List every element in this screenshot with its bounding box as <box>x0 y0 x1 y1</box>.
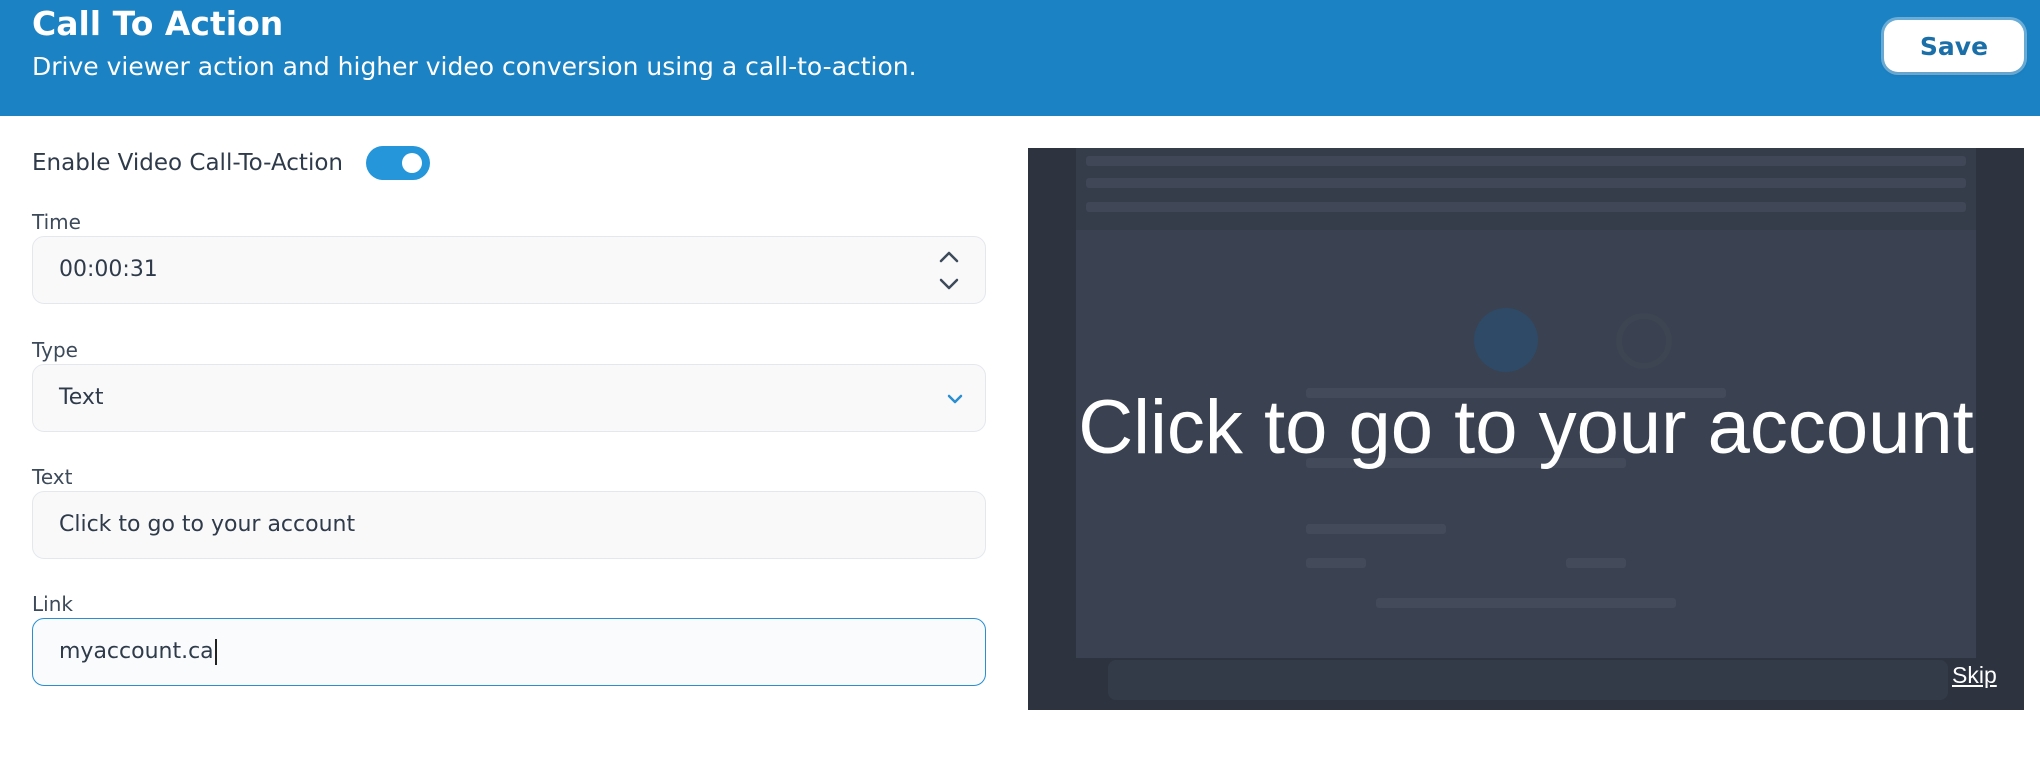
skip-link[interactable]: Skip <box>1952 662 1997 689</box>
type-select[interactable]: Text <box>32 364 986 432</box>
link-value-wrap: myaccount.ca <box>59 639 217 665</box>
type-label: Type <box>32 338 78 362</box>
type-value: Text <box>59 385 104 410</box>
page-title: Call To Action <box>32 4 284 43</box>
preview-bar <box>1086 156 1966 166</box>
enable-cta-label: Enable Video Call-To-Action <box>32 150 343 176</box>
preview-line <box>1306 524 1446 534</box>
time-input[interactable]: 00:00:31 <box>32 236 986 304</box>
cta-text-value: Click to go to your account <box>59 512 356 537</box>
preview-browser-chrome <box>1076 148 1976 230</box>
up-down-stepper-icon[interactable] <box>937 247 961 295</box>
preview-dock <box>1108 660 1948 700</box>
preview-line <box>1306 558 1366 568</box>
chevron-down-icon <box>945 389 965 409</box>
text-caret <box>214 639 217 665</box>
cta-text-input[interactable]: Click to go to your account <box>32 491 986 559</box>
page-subtitle: Drive viewer action and higher video con… <box>32 52 917 81</box>
preview-line <box>1566 558 1626 568</box>
preview-logo <box>1474 308 1538 372</box>
preview-bar <box>1086 202 1966 212</box>
page-header: Call To Action Drive viewer action and h… <box>0 0 2040 116</box>
link-value: myaccount.ca <box>59 639 214 664</box>
cta-overlay-text[interactable]: Click to go to your account <box>1028 384 2024 471</box>
enable-cta-row: Enable Video Call-To-Action <box>32 144 452 184</box>
toggle-knob <box>402 153 422 173</box>
text-label: Text <box>32 465 73 489</box>
preview-bar <box>1086 178 1966 188</box>
enable-cta-toggle[interactable] <box>366 146 430 180</box>
save-button[interactable]: Save <box>1884 20 2024 72</box>
preview-line <box>1376 598 1676 608</box>
link-input[interactable]: myaccount.ca <box>32 618 986 686</box>
preview-logo-secondary <box>1616 313 1672 369</box>
video-preview: Click to go to your account <box>1028 148 2024 710</box>
time-label: Time <box>32 210 81 234</box>
link-label: Link <box>32 592 73 616</box>
time-value: 00:00:31 <box>59 257 158 282</box>
